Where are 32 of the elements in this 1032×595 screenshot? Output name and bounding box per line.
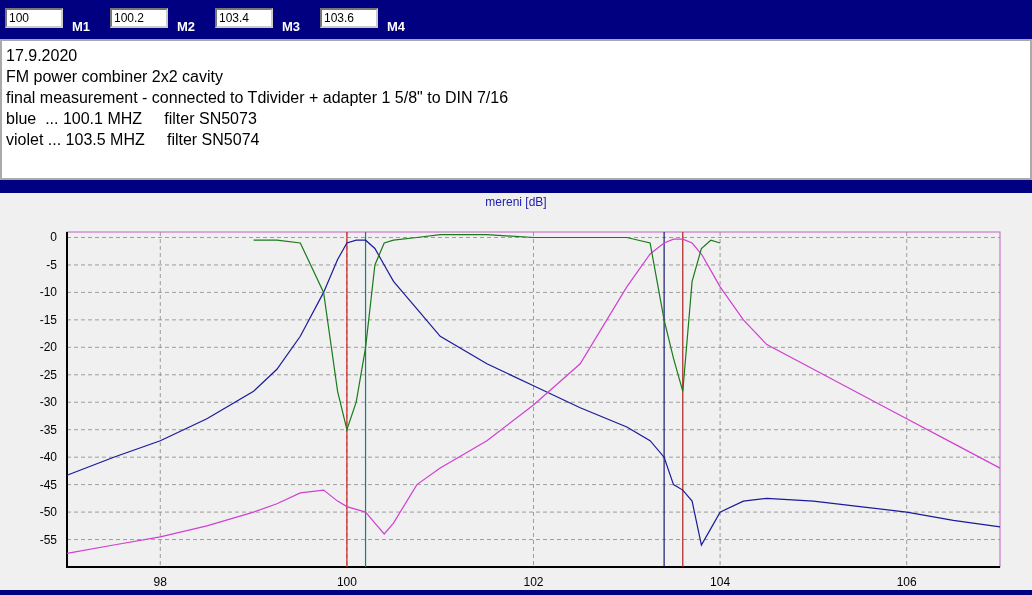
marker-label: M1 [71, 19, 92, 34]
marker-field[interactable]: 103.4 [215, 8, 273, 28]
marker-label: M2 [176, 19, 197, 34]
x-tick-label: 98 [153, 575, 167, 590]
y-tick-label: -25 [39, 367, 57, 382]
notes-box[interactable]: 17.9.2020 FM power combiner 2x2 cavity final measurement - connected to Tdivider + adapter 1 5/8" to DIN 7/16 blue ... 100.1 MHZ filter SN5073 violet ... 103.5 MHZ filter SN5074 [0, 38, 1032, 181]
note-line: blue ... 100.1 MHZ filter SN5073 [6, 108, 258, 129]
y-tick-label: -45 [39, 477, 57, 492]
marker-field[interactable]: 100.2 [110, 8, 168, 28]
y-tick-label: -40 [39, 450, 57, 465]
y-tick-label: 0 [50, 230, 57, 245]
y-tick-label: -20 [39, 340, 57, 355]
marker-field[interactable]: 100 [5, 8, 63, 28]
note-line: FM power combiner 2x2 cavity [6, 66, 224, 87]
chart-title: mereni [dB] [485, 195, 547, 211]
y-tick-label: -50 [39, 505, 57, 520]
y-tick-label: -35 [39, 422, 57, 437]
y-tick-label: -15 [39, 312, 57, 327]
x-tick-label: 102 [523, 575, 544, 590]
y-tick-label: -55 [39, 532, 57, 547]
x-tick-label: 106 [896, 575, 917, 590]
y-tick-label: -30 [39, 395, 57, 410]
marker-label: M4 [386, 19, 407, 34]
note-line: 17.9.2020 [6, 45, 79, 66]
y-tick-label: -10 [39, 285, 57, 300]
x-tick-label: 100 [336, 575, 357, 590]
marker-label: M3 [281, 19, 302, 34]
marker-field[interactable]: 103.6 [320, 8, 378, 28]
note-line: violet ... 103.5 MHZ filter SN5074 [6, 129, 261, 150]
y-tick-label: -5 [46, 258, 57, 272]
x-tick-label: 104 [710, 575, 731, 590]
note-line: final measurement - connected to Tdivider + adapter 1 5/8" to DIN 7/16 [6, 87, 510, 108]
